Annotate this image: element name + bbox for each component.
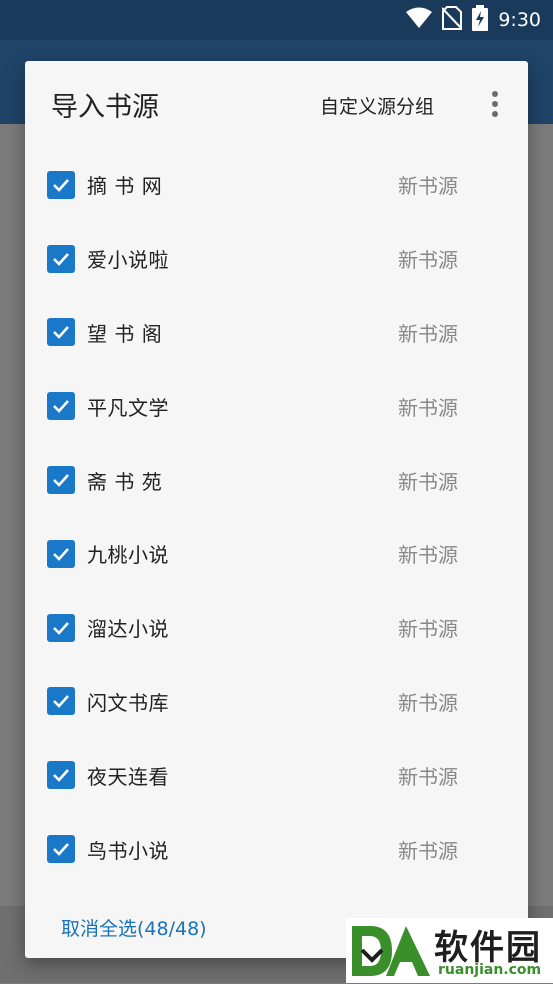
- source-tag: 新书源: [398, 543, 458, 568]
- source-tag: 新书源: [398, 395, 458, 420]
- source-tag: 新书源: [398, 248, 458, 273]
- source-name: 望 书 阁: [87, 321, 163, 346]
- checkbox-checked-icon[interactable]: [47, 244, 75, 273]
- list-item[interactable]: 闪文书库 新书源: [25, 665, 528, 739]
- checkbox-checked-icon[interactable]: [47, 539, 75, 568]
- source-tag: 新书源: [398, 321, 458, 346]
- list-item[interactable]: 望 书 阁 新书源: [25, 296, 528, 370]
- source-tag: 新书源: [398, 617, 458, 642]
- source-name: 溜达小说: [87, 617, 169, 642]
- custom-source-group-button[interactable]: 自定义源分组: [320, 92, 434, 119]
- list-item[interactable]: 溜达小说 新书源: [25, 591, 528, 665]
- list-item[interactable]: 平凡文学 新书源: [25, 369, 528, 443]
- source-name: 闪文书库: [87, 690, 169, 715]
- checkbox-checked-icon[interactable]: [47, 466, 75, 495]
- watermark-url: ruanjian.com: [438, 962, 542, 978]
- dialog-title: 导入书源: [51, 92, 159, 123]
- list-item[interactable]: 夜天连看 新书源: [25, 738, 528, 812]
- battery-charging-icon: [472, 5, 489, 35]
- source-tag: 新书源: [398, 174, 458, 199]
- no-sim-icon: [441, 6, 464, 34]
- source-list: 摘 书 网 新书源 爱小说啦 新书源 望 书 阁 新书源 平凡文学 新书源 斋 …: [25, 148, 528, 886]
- source-tag: 新书源: [398, 469, 458, 494]
- deselect-all-button[interactable]: 取消全选(48/48): [61, 914, 207, 941]
- source-name: 鸟书小说: [87, 838, 169, 863]
- watermark-logo-icon: [348, 922, 434, 980]
- source-name: 九桃小说: [87, 543, 169, 568]
- list-item[interactable]: 鸟书小说 新书源: [25, 812, 528, 886]
- more-vert-icon[interactable]: [483, 87, 507, 121]
- checkbox-checked-icon[interactable]: [47, 170, 75, 199]
- source-name: 斋 书 苑: [87, 469, 163, 494]
- source-tag: 新书源: [398, 690, 458, 715]
- status-time: 9:30: [498, 9, 541, 31]
- wifi-icon: [406, 7, 433, 33]
- checkbox-checked-icon[interactable]: [47, 613, 75, 642]
- checkbox-checked-icon[interactable]: [47, 392, 75, 421]
- import-book-source-dialog: 导入书源 自定义源分组 摘 书 网 新书源 爱小说啦 新书源 望 书 阁 新书源…: [25, 61, 528, 958]
- list-item[interactable]: 九桃小说 新书源: [25, 517, 528, 591]
- source-tag: 新书源: [398, 764, 458, 789]
- source-name: 爱小说啦: [87, 248, 169, 273]
- source-name: 摘 书 网: [87, 174, 163, 199]
- list-item[interactable]: 斋 书 苑 新书源: [25, 443, 528, 517]
- checkbox-checked-icon[interactable]: [47, 318, 75, 347]
- watermark: 软件园 ruanjian.com: [346, 918, 553, 983]
- list-item[interactable]: 爱小说啦 新书源: [25, 222, 528, 296]
- checkbox-checked-icon[interactable]: [47, 687, 75, 716]
- checkbox-checked-icon[interactable]: [47, 835, 75, 864]
- source-tag: 新书源: [398, 838, 458, 863]
- source-name: 平凡文学: [87, 395, 169, 420]
- source-name: 夜天连看: [87, 764, 169, 789]
- checkbox-checked-icon[interactable]: [47, 761, 75, 790]
- status-icons: 9:30: [406, 5, 541, 35]
- list-item[interactable]: 摘 书 网 新书源: [25, 148, 528, 222]
- status-bar: 9:30: [0, 0, 553, 40]
